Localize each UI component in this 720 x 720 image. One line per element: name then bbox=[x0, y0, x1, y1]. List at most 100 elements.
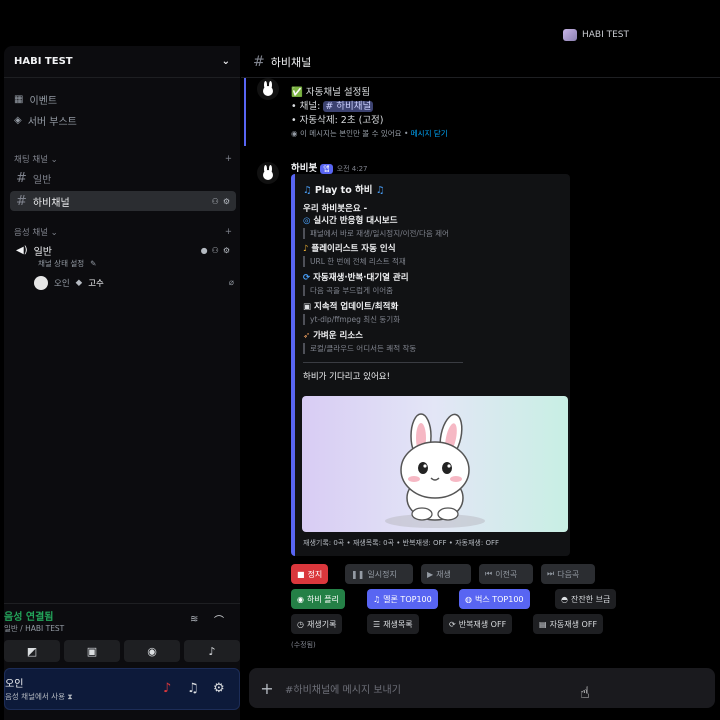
channel-label: 하비채널 bbox=[32, 197, 70, 209]
feature-title-text: 지속적 업데이트/최적화 bbox=[314, 302, 399, 312]
sidebar-item-habi-channel[interactable]: # 하비채널 ⚇ ⚙ bbox=[10, 191, 236, 211]
repeat-icon: ⟳ bbox=[303, 273, 311, 283]
voice-category-label: 음성 채널 bbox=[14, 228, 48, 238]
embed-closing: 하비가 기다리고 있어요! bbox=[303, 372, 391, 382]
sidebar-item-general[interactable]: # 일반 bbox=[10, 168, 236, 188]
chevron-down-icon[interactable]: ⌄ bbox=[222, 56, 230, 67]
ephemeral-note: ◉ 이 메시지는 본인만 볼 수 있어요 • 메시지 닫기 bbox=[291, 128, 448, 139]
sidebar-item-voice-general[interactable]: ◀) 일반 ● ⚇ ⚙ bbox=[10, 240, 236, 260]
calm-bgm-button[interactable]: ◓ 잔잔한 브금 bbox=[555, 589, 617, 609]
channel-sidebar: HABI TEST ⌄ ▦ 이벤트 ◈ 서버 부스트 채팅 채널 ⌄ + # 일… bbox=[4, 46, 240, 720]
globe-icon: ◍ bbox=[465, 594, 472, 604]
headphones-icon[interactable]: ♫ bbox=[187, 681, 199, 696]
autoplay-icon: ▤ bbox=[539, 619, 547, 629]
window-server-name: HABI TEST bbox=[582, 30, 630, 40]
embed-title: ♫ Play to 하비 ♫ bbox=[303, 182, 384, 196]
highlight-bar bbox=[244, 78, 246, 146]
bot-tag: 앱 bbox=[320, 164, 333, 174]
text-category-label: 채팅 채널 bbox=[14, 155, 48, 165]
next-button[interactable]: ⏭ 다음곡 bbox=[541, 564, 595, 584]
muted-icon: ⌀ bbox=[228, 278, 234, 288]
soundboard-button[interactable]: ♪ bbox=[184, 640, 240, 662]
window-server-label: HABI TEST bbox=[563, 29, 629, 41]
autoplay-toggle-button[interactable]: ▤ 자동재생 OFF bbox=[533, 614, 604, 634]
previous-button[interactable]: ⏮ 이전곡 bbox=[479, 564, 533, 584]
feature-desc: URL 한 번에 전체 리스트 적재 bbox=[303, 256, 406, 267]
feature-title: ▣ 지속적 업데이트/최적화 bbox=[303, 300, 398, 312]
camera-button[interactable]: ◩ bbox=[4, 640, 60, 662]
feature-desc: 로컬/클라우드 어디서든 쾌적 작동 bbox=[303, 343, 416, 354]
text-category[interactable]: 채팅 채널 ⌄ + bbox=[14, 153, 232, 165]
music-note-icon: ♪ bbox=[303, 244, 309, 254]
habi-playlist-label: 하비 플리 bbox=[306, 594, 339, 604]
history-button[interactable]: ◷ 재생기록 bbox=[291, 614, 343, 634]
bot-avatar[interactable] bbox=[257, 78, 279, 100]
speaker-icon: ◀) bbox=[16, 244, 28, 256]
gear-icon[interactable]: ⚙ bbox=[223, 246, 230, 255]
edited-label: (수정됨) bbox=[291, 641, 316, 649]
voice-connection-panel: 음성 연결됨 일반 / HABI TEST ≋ ⌒ ◩ ▣ ◉ ♪ bbox=[4, 603, 240, 667]
voice-user-badge: 고수 bbox=[88, 279, 104, 289]
chat-icon[interactable]: ● bbox=[201, 246, 208, 255]
pencil-icon: ✎ bbox=[90, 259, 97, 268]
voice-status[interactable]: 채널 상태 설정 ✎ bbox=[38, 258, 96, 269]
boost-item[interactable]: ◈ 서버 부스트 bbox=[14, 113, 77, 128]
disconnect-icon[interactable]: ⌒ bbox=[214, 612, 224, 627]
hash-icon: # bbox=[16, 193, 27, 209]
camera-icon: ◩ bbox=[26, 644, 38, 658]
timestamp: 오전 4:27 bbox=[336, 165, 368, 173]
signal-icon[interactable]: ≋ bbox=[190, 614, 198, 625]
melon-top100-button[interactable]: ♫ 멜론 TOP100 bbox=[367, 589, 438, 609]
ephemeral-message: ✅ 자동채널 설정됨 • 채널: # 하비채널 • 자동삭제: 2초 (고정) … bbox=[241, 78, 720, 148]
screen-share-button[interactable]: ▣ bbox=[64, 640, 120, 662]
queue-button[interactable]: ☰ 재생목록 bbox=[367, 614, 419, 634]
dismiss-message-link[interactable]: 메시지 닫기 bbox=[411, 129, 448, 138]
server-header[interactable]: HABI TEST ⌄ bbox=[4, 46, 240, 78]
feature-title: ➶ 가벼운 리소스 bbox=[303, 329, 363, 341]
add-channel-icon[interactable]: + bbox=[225, 227, 232, 237]
bunny-illustration bbox=[385, 413, 485, 528]
eye-icon: ◉ bbox=[291, 129, 298, 138]
channel-actions: ⚇ ⚙ bbox=[212, 197, 230, 206]
channel-label: 일반 bbox=[32, 174, 52, 186]
add-channel-icon[interactable]: + bbox=[225, 154, 232, 164]
repeat-toggle-button[interactable]: ⟳ 반복재생 OFF bbox=[443, 614, 513, 634]
invite-icon[interactable]: ⚇ bbox=[212, 246, 219, 255]
message-placeholder: #하비채널에 메시지 보내기 bbox=[285, 684, 401, 696]
feature-desc: 패널에서 바로 재생/일시정지/이전/다음 제어 bbox=[303, 228, 449, 239]
feature-title-text: 가벼운 리소스 bbox=[313, 331, 363, 341]
melon-top100-label: 멜론 TOP100 bbox=[383, 594, 432, 604]
activity-button[interactable]: ◉ bbox=[124, 640, 180, 662]
gear-icon[interactable]: ⚙ bbox=[223, 197, 230, 206]
channel-line: • 채널: # 하비채널 bbox=[291, 98, 374, 112]
mic-muted-icon[interactable]: ♪ bbox=[163, 681, 171, 696]
pause-button[interactable]: ❚❚ 일시정지 bbox=[345, 564, 413, 584]
confirm-text: 자동채널 설정됨 bbox=[305, 87, 371, 98]
voice-connected-label: 음성 연결됨 bbox=[4, 612, 54, 623]
message-input[interactable]: + #하비채널에 메시지 보내기 bbox=[249, 668, 715, 708]
bot-message: 하비봇 앱 오전 4:27 ♫ Play to 하비 ♫ 우리 하비봇은요 - ◎ … bbox=[241, 156, 720, 656]
voice-user[interactable]: 오인 ◆ 고수 ⌀ bbox=[34, 276, 234, 290]
plus-icon[interactable]: + bbox=[249, 679, 285, 698]
bowl-icon: ◓ bbox=[561, 594, 568, 604]
feature-desc: yt-dlp/ffmpeg 최신 동기화 bbox=[303, 314, 400, 325]
gear-icon[interactable]: ⚙ bbox=[213, 681, 225, 696]
music-note-icon: ♫ bbox=[303, 185, 312, 196]
invite-icon[interactable]: ⚇ bbox=[212, 197, 219, 206]
author-name[interactable]: 하비봇 bbox=[291, 163, 317, 174]
events-item[interactable]: ▦ 이벤트 bbox=[14, 92, 57, 107]
stop-button[interactable]: ■ 정지 bbox=[291, 564, 329, 584]
message-header: 하비봇 앱 오전 4:27 bbox=[291, 160, 368, 174]
habi-playlist-button[interactable]: ◉ 하비 플리 bbox=[291, 589, 345, 609]
bot-avatar[interactable] bbox=[257, 162, 279, 184]
bunny-image[interactable] bbox=[302, 396, 568, 532]
bugs-top100-button[interactable]: ◍ 벅스 TOP100 bbox=[459, 589, 530, 609]
channel-title: 하비채널 bbox=[270, 55, 312, 69]
previous-label: 이전곡 bbox=[495, 569, 518, 579]
embed-title-text: Play to 하비 bbox=[314, 185, 373, 196]
voice-category[interactable]: 음성 채널 ⌄ + bbox=[14, 226, 232, 238]
channel-mention[interactable]: # 하비채널 bbox=[323, 101, 374, 112]
screen-share-icon: ▣ bbox=[86, 644, 98, 658]
soundboard-icon: ♪ bbox=[208, 644, 216, 658]
play-button[interactable]: ▶ 재생 bbox=[421, 564, 471, 584]
